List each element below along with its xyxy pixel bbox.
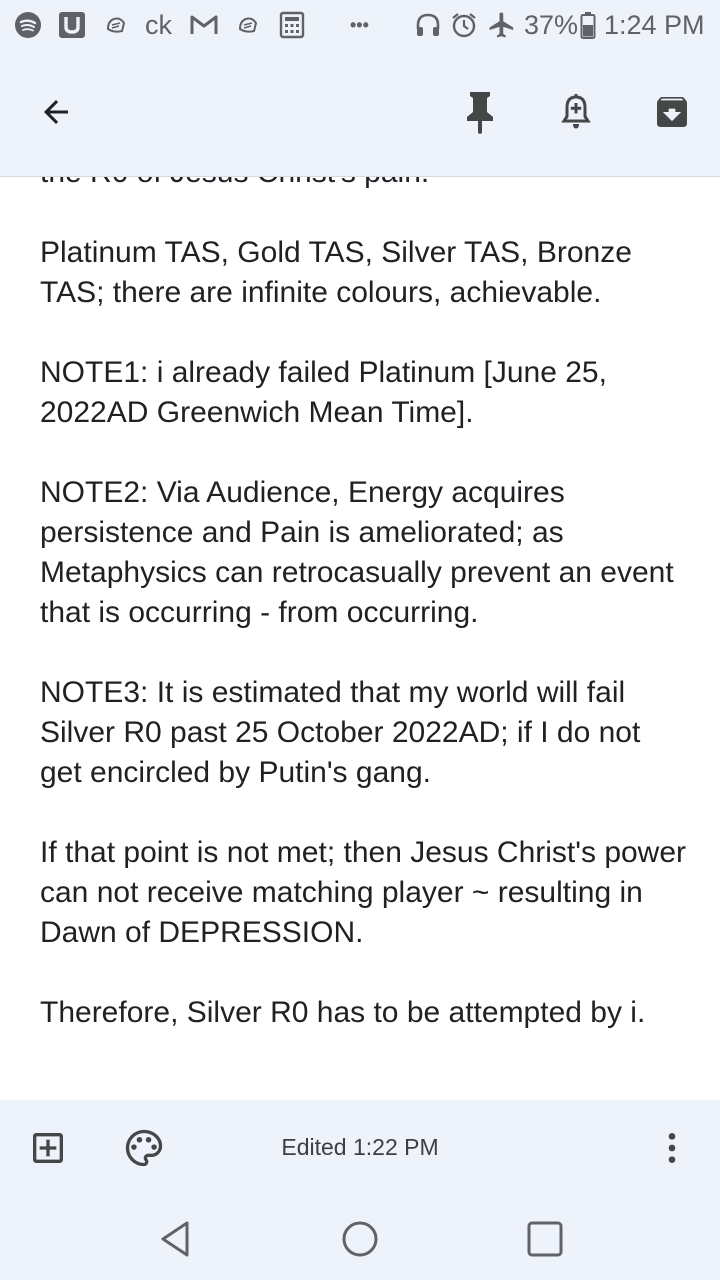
system-navigation-bar	[0, 1198, 720, 1280]
nav-recents-button[interactable]	[520, 1214, 570, 1264]
alarm-icon	[450, 0, 478, 50]
nav-back-button[interactable]	[150, 1214, 200, 1264]
archive-button[interactable]	[644, 84, 700, 140]
more-vert-icon	[668, 1133, 676, 1163]
back-arrow-icon	[44, 100, 68, 124]
reminder-bell-icon	[561, 94, 591, 129]
pin-button[interactable]	[452, 84, 508, 140]
airplane-icon	[487, 0, 517, 50]
clock-time: 1:24 PM	[604, 9, 705, 40]
note-toolbar	[0, 50, 720, 176]
notification-icon-2	[236, 0, 260, 50]
nav-back-icon	[161, 1221, 189, 1257]
calculator-icon	[279, 0, 305, 50]
note-paragraph: NOTE1: i already failed Platinum [June 2…	[40, 356, 607, 429]
battery-percent: 37%	[524, 9, 579, 40]
u-app-icon	[58, 0, 86, 50]
battery-icon	[580, 0, 596, 50]
more-options-button[interactable]	[648, 1124, 696, 1172]
palette-icon	[125, 1129, 163, 1167]
add-box-icon	[33, 1133, 63, 1163]
reminder-button[interactable]	[548, 84, 604, 140]
headphones-icon	[414, 0, 442, 50]
more-notifications-indicator: •••	[350, 14, 369, 35]
nav-home-button[interactable]	[335, 1214, 385, 1264]
add-content-button[interactable]	[24, 1124, 72, 1172]
note-paragraph: Platinum TAS, Gold TAS, Silver TAS, Bron…	[40, 236, 632, 309]
note-paragraph: NOTE2: Via Audience, Energy acquires per…	[40, 476, 674, 629]
gmail-icon	[189, 0, 219, 50]
pin-icon	[467, 92, 493, 134]
edited-timestamp: Edited 1:22 PM	[281, 1134, 439, 1160]
note-paragraph: NOTE3: It is estimated that my world wil…	[40, 676, 641, 789]
note-paragraph: Therefore, Silver R0 has to be attempted…	[40, 996, 646, 1029]
note-body[interactable]: the R0 of Jesus Christ's pain. Platinum …	[0, 176, 720, 1101]
nav-home-icon	[342, 1221, 378, 1257]
ck-indicator: ck	[145, 9, 172, 40]
spotify-icon	[14, 0, 42, 50]
nav-recents-icon	[527, 1221, 563, 1257]
note-paragraph-fragment: the R0 of Jesus Christ's pain.	[40, 177, 690, 193]
background-options-button[interactable]	[120, 1124, 168, 1172]
note-paragraph: If that point is not met; then Jesus Chr…	[40, 836, 687, 949]
note-text[interactable]: the R0 of Jesus Christ's pain. Platinum …	[40, 177, 690, 1073]
status-bar: ck ••• 37% 1:24 PM	[0, 0, 720, 50]
archive-icon	[657, 97, 687, 127]
notification-icon	[104, 0, 128, 50]
note-bottom-bar: Edited 1:22 PM	[0, 1100, 720, 1198]
back-button[interactable]	[28, 84, 84, 140]
